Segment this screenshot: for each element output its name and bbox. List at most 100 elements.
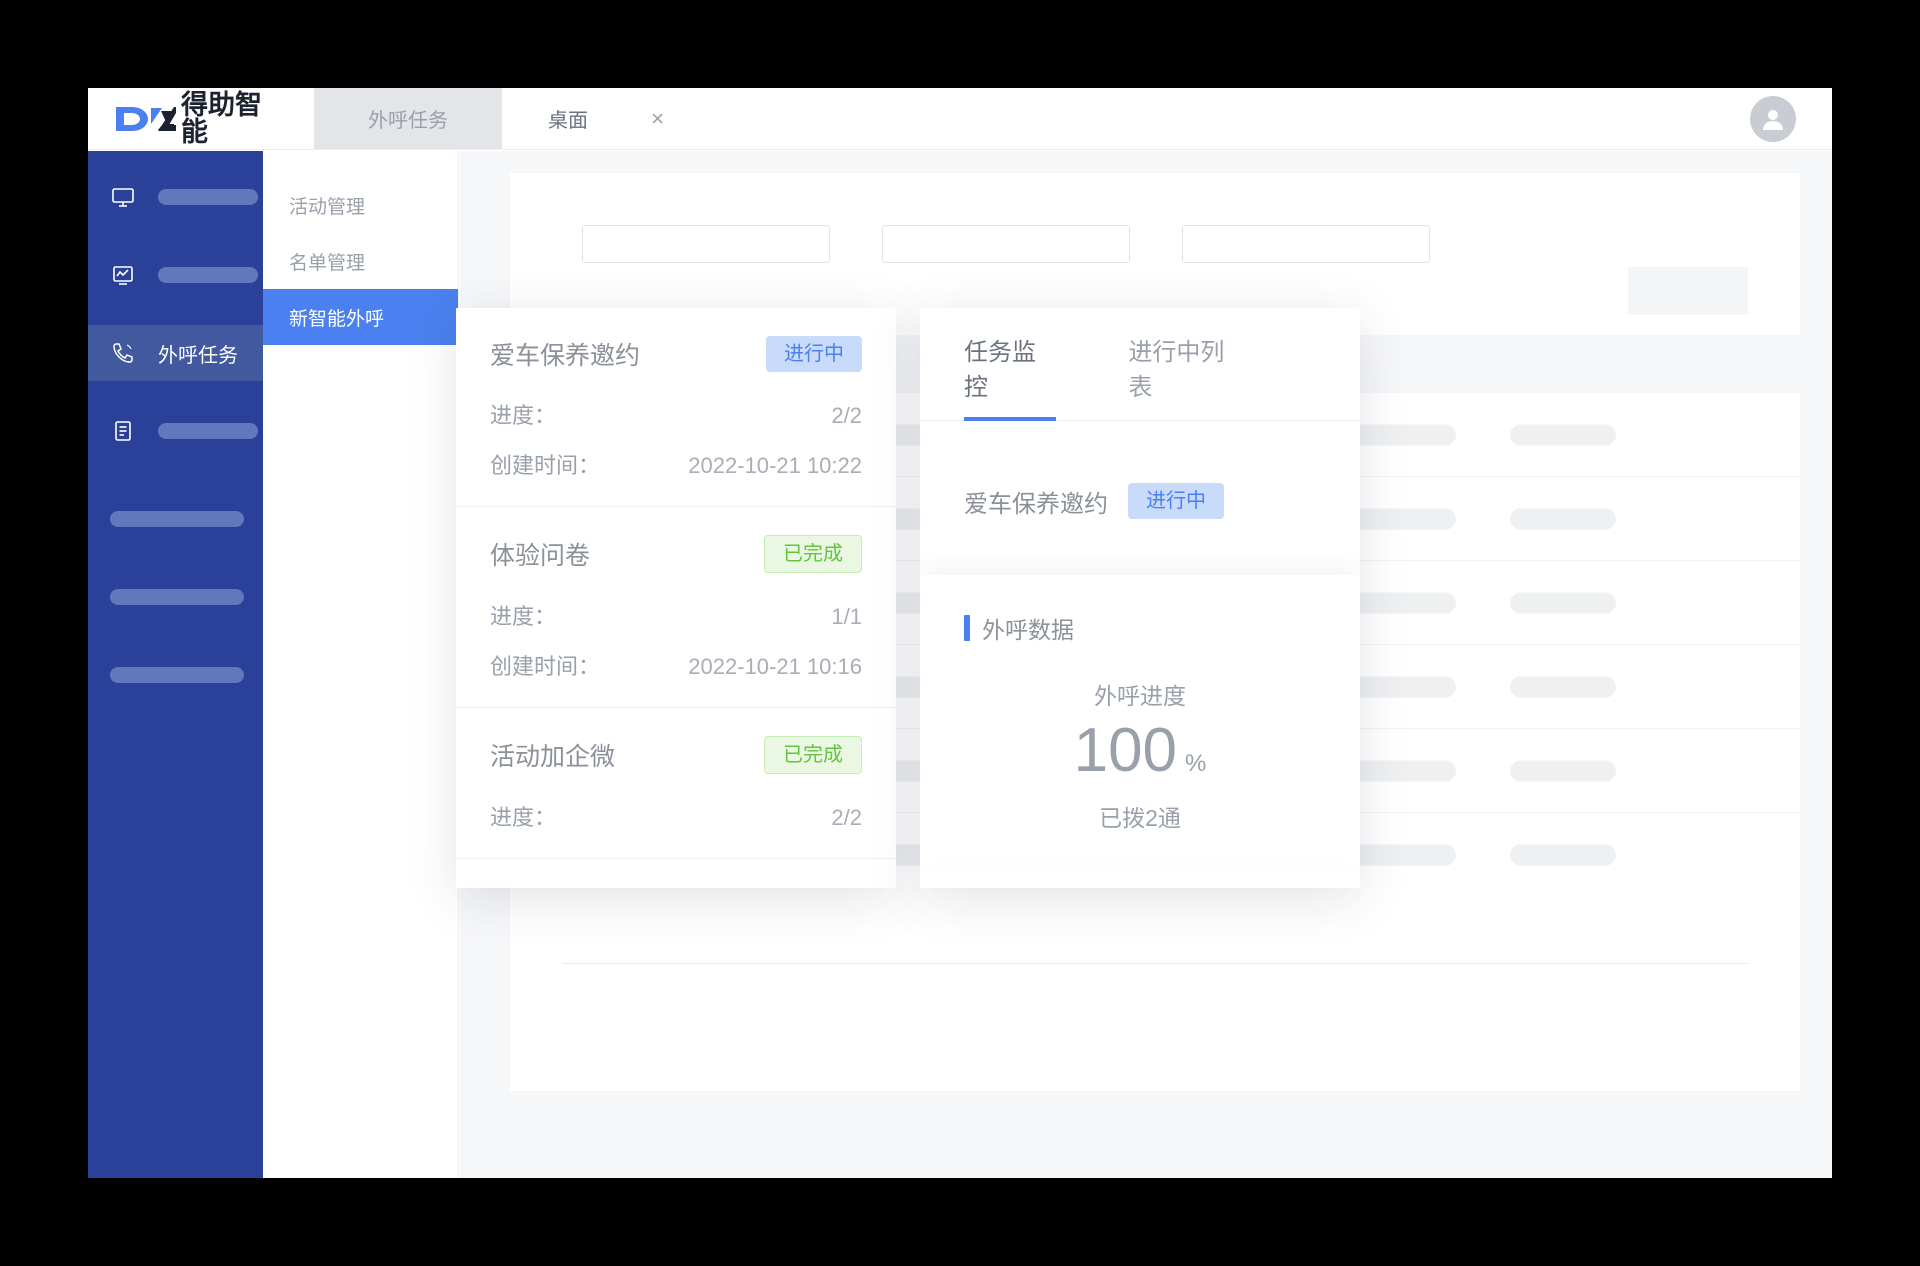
table-cell-placeholder bbox=[1350, 592, 1456, 613]
sidebar-item-document[interactable] bbox=[88, 403, 263, 459]
gauge-value: 100 bbox=[1073, 716, 1178, 785]
secondary-nav: 活动管理 名单管理 新智能外呼 bbox=[263, 151, 459, 1178]
user-avatar-icon[interactable] bbox=[1750, 95, 1796, 142]
table-cell-placeholder bbox=[1350, 508, 1456, 529]
action-button-placeholder[interactable] bbox=[1628, 267, 1748, 315]
sidebar-item-outbound-task[interactable]: 外呼任务 bbox=[88, 325, 263, 381]
subnav-item-label: 名单管理 bbox=[289, 252, 366, 274]
subnav-item-list-management[interactable]: 名单管理 bbox=[263, 233, 458, 289]
status-badge: 进行中 bbox=[1128, 483, 1224, 519]
section-title: 外呼数据 bbox=[982, 617, 1074, 643]
status-badge: 已完成 bbox=[764, 535, 862, 573]
sidebar-item-label-placeholder bbox=[110, 589, 244, 605]
close-icon[interactable]: × bbox=[651, 107, 664, 130]
task-card-list: 爱车保养邀约 进行中 进度： 2/2 创建时间： 2022-10-21 10:2… bbox=[456, 308, 896, 888]
sidebar-item-label-placeholder bbox=[158, 267, 258, 283]
created-value: 2022-10-21 10:22 bbox=[688, 453, 862, 478]
task-title: 活动加企微 bbox=[490, 743, 616, 771]
monitor-running-item[interactable]: 爱车保养邀约 进行中 bbox=[920, 421, 1360, 563]
tab-running-list[interactable]: 进行中列表 bbox=[1128, 308, 1244, 420]
subnav-item-activity-management[interactable]: 活动管理 bbox=[263, 177, 458, 233]
filter-input-3[interactable] bbox=[1182, 225, 1430, 263]
table-cell-placeholder bbox=[1510, 592, 1616, 613]
progress-value: 2/2 bbox=[831, 805, 862, 830]
table-cell-placeholder bbox=[1350, 760, 1456, 781]
outbound-data-header: 外呼数据 bbox=[964, 611, 1316, 645]
outbound-data-section: 外呼数据 外呼进度 100% 已拨2通 bbox=[920, 575, 1360, 864]
task-progress-row: 进度： 2/2 bbox=[490, 398, 862, 430]
created-label: 创建时间： bbox=[490, 654, 601, 679]
sidebar-item-label-placeholder bbox=[110, 511, 244, 527]
filter-bar bbox=[582, 225, 1430, 263]
task-title: 体验问卷 bbox=[490, 542, 591, 570]
task-card-header: 活动加企微 已完成 bbox=[490, 736, 862, 774]
primary-sidebar: 外呼任务 bbox=[88, 151, 263, 1178]
task-title: 爱车保养邀约 bbox=[490, 342, 641, 370]
monitor-item-name: 爱车保养邀约 bbox=[964, 490, 1108, 518]
task-created-row: 创建时间： 2022-10-21 10:22 bbox=[490, 448, 862, 480]
status-badge: 进行中 bbox=[766, 336, 862, 372]
tab-label: 任务监控 bbox=[964, 339, 1036, 401]
task-created-row: 创建时间： 2022-10-21 10:16 bbox=[490, 649, 862, 681]
progress-label: 进度： bbox=[490, 805, 557, 830]
table-cell-placeholder bbox=[1350, 676, 1456, 697]
outbound-progress-gauge: 外呼进度 100% 已拨2通 bbox=[964, 677, 1316, 833]
sidebar-item-label-placeholder bbox=[110, 667, 244, 683]
dz-logo-icon bbox=[114, 103, 176, 135]
section-accent-bar bbox=[964, 615, 970, 641]
task-card-header: 体验问卷 已完成 bbox=[490, 535, 862, 573]
sidebar-item-analytics[interactable] bbox=[88, 247, 263, 303]
table-cell-placeholder bbox=[1510, 844, 1616, 866]
tab-desktop[interactable]: 桌面 × bbox=[502, 88, 690, 149]
table-cell-placeholder bbox=[1510, 676, 1616, 697]
table-cell-placeholder bbox=[1510, 508, 1616, 529]
table-cell-placeholder bbox=[1350, 424, 1456, 445]
tab-label: 进行中列表 bbox=[1128, 339, 1225, 401]
progress-label: 进度： bbox=[490, 403, 557, 428]
sidebar-item-label: 外呼任务 bbox=[158, 344, 238, 367]
task-progress-row: 进度： 2/2 bbox=[490, 800, 862, 832]
tab-bar: 外呼任务 桌面 × bbox=[314, 88, 690, 149]
filter-input-2[interactable] bbox=[882, 225, 1130, 263]
filter-input-1[interactable] bbox=[582, 225, 830, 263]
tab-label: 外呼任务 bbox=[368, 110, 448, 132]
created-label: 创建时间： bbox=[490, 453, 601, 478]
gauge-unit: % bbox=[1185, 750, 1207, 777]
phone-outbound-icon bbox=[110, 340, 136, 366]
subnav-item-label: 活动管理 bbox=[289, 196, 366, 218]
task-card[interactable]: 活动加企微 已完成 进度： 2/2 bbox=[456, 708, 896, 859]
task-card[interactable]: 爱车保养邀约 进行中 进度： 2/2 创建时间： 2022-10-21 10:2… bbox=[456, 308, 896, 507]
sidebar-item-label-placeholder bbox=[158, 189, 258, 205]
brand-logo: 得助智能 bbox=[88, 88, 288, 149]
sidebar-item-4[interactable] bbox=[88, 491, 263, 547]
task-monitor-panel: 任务监控 进行中列表 爱车保养邀约 进行中 外呼数据 外呼进度 100% 已拨2… bbox=[920, 308, 1360, 888]
sidebar-item-6[interactable] bbox=[88, 647, 263, 703]
table-cell-placeholder bbox=[1510, 760, 1616, 781]
table-cell-placeholder bbox=[1510, 424, 1616, 445]
sidebar-item-monitor[interactable] bbox=[88, 169, 263, 225]
sidebar-item-5[interactable] bbox=[88, 569, 263, 625]
tab-outbound-task[interactable]: 外呼任务 bbox=[314, 88, 502, 149]
top-bar: 得助智能 外呼任务 桌面 × bbox=[88, 88, 1832, 150]
table-cell-placeholder bbox=[1350, 844, 1456, 866]
task-card-header: 爱车保养邀约 进行中 bbox=[490, 336, 862, 372]
gauge-subtext: 已拨2通 bbox=[1099, 805, 1181, 832]
task-card[interactable]: 体验问卷 已完成 进度： 1/1 创建时间： 2022-10-21 10:16 bbox=[456, 507, 896, 708]
created-value: 2022-10-21 10:16 bbox=[688, 654, 862, 679]
subnav-item-new-smart-outbound[interactable]: 新智能外呼 bbox=[263, 289, 458, 345]
brand-name: 得助智能 bbox=[181, 89, 262, 147]
gauge-label: 外呼进度 bbox=[1094, 683, 1186, 709]
application-window: 得助智能 外呼任务 桌面 × 外呼任务 活动管理 名单管理 新智能外呼 爱车保养… bbox=[88, 88, 1832, 1178]
subnav-item-label: 新智能外呼 bbox=[289, 308, 385, 330]
table-divider bbox=[562, 963, 1748, 964]
monitor-tab-bar: 任务监控 进行中列表 bbox=[920, 308, 1360, 421]
progress-value: 1/1 bbox=[831, 604, 862, 629]
monitor-icon bbox=[110, 184, 136, 210]
progress-label: 进度： bbox=[490, 604, 557, 629]
tab-task-monitor[interactable]: 任务监控 bbox=[964, 308, 1057, 421]
